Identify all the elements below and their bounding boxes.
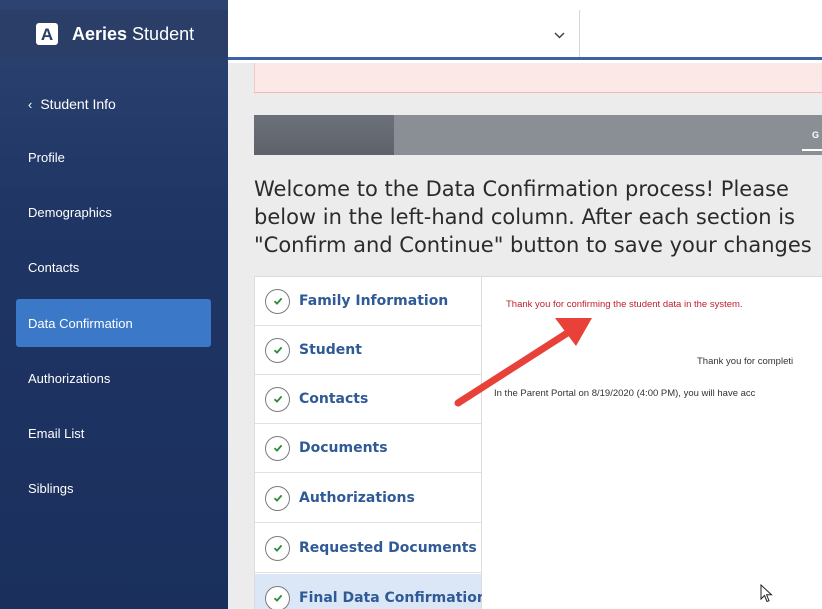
- parent-portal-notice: In the Parent Portal on 8/19/2020 (4:00 …: [494, 388, 756, 399]
- alert-banner: [254, 63, 822, 93]
- thank-you-text: Thank you for completi: [697, 356, 794, 367]
- step-student[interactable]: Student: [255, 326, 481, 375]
- check-circle-icon: [265, 535, 290, 561]
- sidebar-item-data-confirmation[interactable]: Data Confirmation: [16, 299, 211, 347]
- sidebar: A Aeries Student ‹ Student Info Profile …: [0, 0, 228, 609]
- welcome-text: Welcome to the Data Confirmation process…: [254, 177, 812, 257]
- step-content-panel: Thank you for confirming the student dat…: [482, 276, 822, 609]
- main-content: G Welcome to the Data Confirmation proce…: [228, 63, 822, 609]
- sidebar-item-email-list[interactable]: Email List: [28, 426, 84, 441]
- step-authorizations[interactable]: Authorizations: [255, 474, 481, 523]
- check-circle-icon: [265, 435, 290, 461]
- brand-header[interactable]: A Aeries Student: [0, 10, 228, 58]
- sidebar-item-authorizations[interactable]: Authorizations: [28, 371, 110, 386]
- sidebar-item-profile[interactable]: Profile: [28, 150, 65, 165]
- mouse-cursor-icon: [760, 584, 773, 603]
- check-circle-icon: [265, 386, 290, 412]
- aeries-logo-icon: A: [36, 23, 58, 45]
- student-select-dropdown[interactable]: [228, 10, 580, 57]
- tab-label-partial[interactable]: G: [812, 130, 819, 140]
- nav-back-student-info[interactable]: ‹ Student Info: [28, 96, 116, 112]
- check-circle-icon: [265, 337, 290, 363]
- brand-name: Aeries Student: [72, 23, 195, 44]
- confirmation-message: Thank you for confirming the student dat…: [506, 299, 743, 310]
- sidebar-item-contacts[interactable]: Contacts: [28, 260, 79, 275]
- tab-active-underline: [802, 149, 822, 151]
- sidebar-item-demographics[interactable]: Demographics: [28, 205, 112, 220]
- check-circle-icon: [265, 485, 290, 511]
- app-root: A Aeries Student ‹ Student Info Profile …: [0, 0, 822, 609]
- step-requested-documents[interactable]: Requested Documents: [255, 524, 481, 573]
- sidebar-item-siblings[interactable]: Siblings: [28, 481, 74, 496]
- confirmation-steps-list: Family Information Student Contacts Docu…: [254, 276, 487, 609]
- check-circle-icon: [265, 288, 290, 314]
- top-bar: [228, 10, 822, 60]
- step-family-information[interactable]: Family Information: [255, 277, 481, 326]
- step-final-data-confirmation[interactable]: Final Data Confirmation: [255, 574, 487, 609]
- tab-bar-left-segment: [254, 115, 394, 155]
- tab-bar: G: [254, 115, 822, 155]
- chevron-left-icon: ‹: [28, 96, 33, 112]
- step-documents[interactable]: Documents: [255, 424, 481, 473]
- chevron-down-icon: [554, 28, 565, 42]
- check-circle-icon: [265, 585, 290, 609]
- step-contacts[interactable]: Contacts: [255, 375, 481, 424]
